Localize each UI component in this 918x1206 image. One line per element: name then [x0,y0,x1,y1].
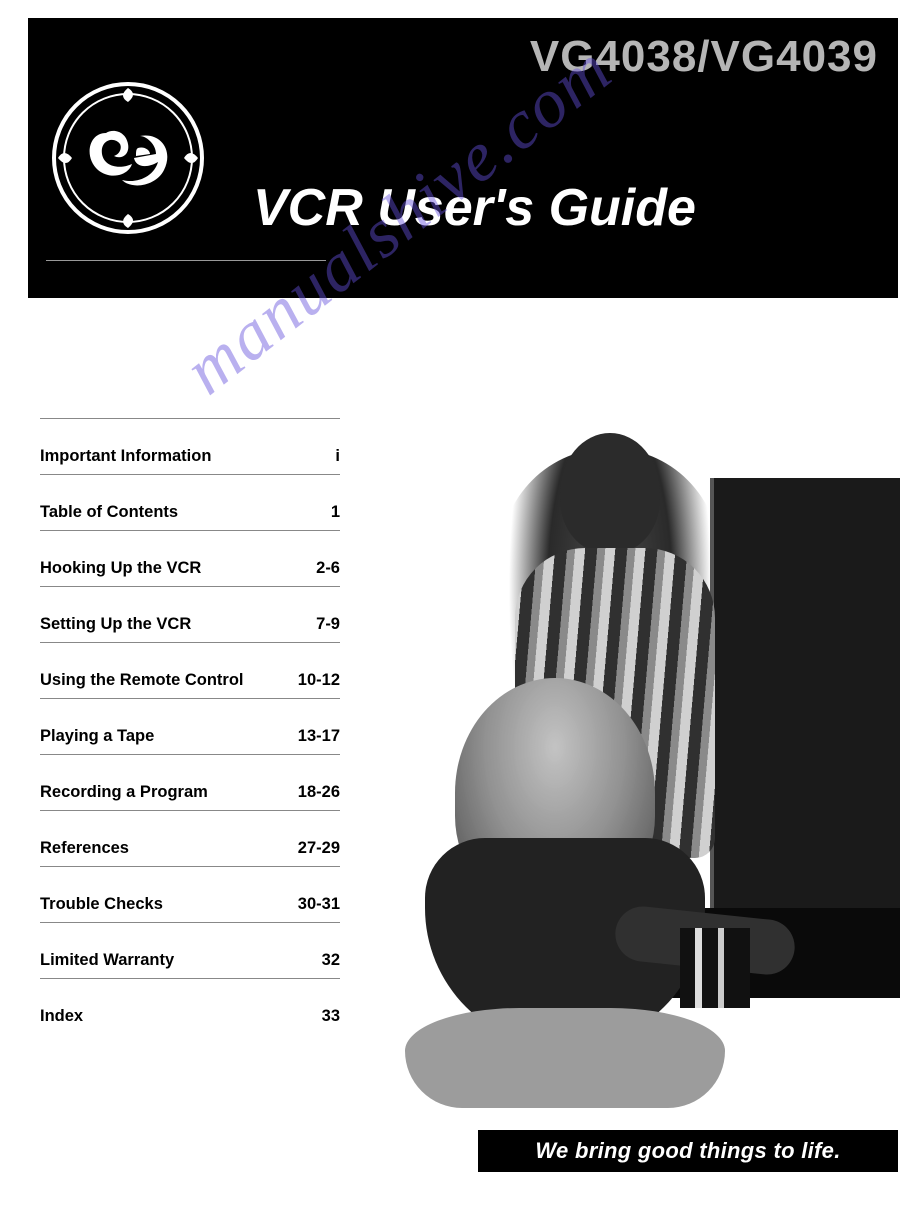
toc-pages: 30-31 [298,895,340,914]
toc-label: Using the Remote Control [40,671,244,690]
tv-illustration [710,478,900,908]
toc-label: References [40,839,129,858]
tagline-text: We bring good things to life. [535,1138,840,1164]
header-band: VG4038/VG4039 VCR User's Guide [28,18,898,298]
table-of-contents: Important Information i Table of Content… [40,418,340,1034]
ge-logo [48,78,208,238]
header-divider [46,260,326,261]
model-number: VG4038/VG4039 [530,32,878,82]
toc-row: Recording a Program 18-26 [40,754,340,810]
toc-pages: i [335,447,340,466]
toc-label: Important Information [40,447,211,466]
document-title: VCR User's Guide [253,178,696,238]
cover-photo [360,418,900,1118]
toc-pages: 33 [322,1007,340,1026]
toc-row: Using the Remote Control 10-12 [40,642,340,698]
toc-row: References 27-29 [40,810,340,866]
toc-pages: 10-12 [298,671,340,690]
toc-row: Trouble Checks 30-31 [40,866,340,922]
toc-pages: 1 [331,503,340,522]
toc-pages: 7-9 [316,615,340,634]
toc-label: Index [40,1007,83,1026]
toc-pages: 18-26 [298,783,340,802]
toc-label: Limited Warranty [40,951,174,970]
toc-label: Table of Contents [40,503,178,522]
vhs-tapes-illustration [680,928,750,1008]
toc-pages: 27-29 [298,839,340,858]
toc-row: Playing a Tape 13-17 [40,698,340,754]
toc-pages: 32 [322,951,340,970]
toc-pages: 13-17 [298,727,340,746]
toc-label: Trouble Checks [40,895,163,914]
toc-row: Limited Warranty 32 [40,922,340,978]
toc-row: Table of Contents 1 [40,474,340,530]
tagline-bar: We bring good things to life. [478,1130,898,1172]
toc-pages: 2-6 [316,559,340,578]
person-standing-head-illustration [560,433,660,553]
legs-illustration [405,1008,725,1108]
toc-row: Hooking Up the VCR 2-6 [40,530,340,586]
toc-row: Setting Up the VCR 7-9 [40,586,340,642]
person-sitting-illustration [395,678,725,1048]
toc-row: Important Information i [40,418,340,474]
toc-label: Setting Up the VCR [40,615,191,634]
toc-label: Recording a Program [40,783,208,802]
toc-label: Hooking Up the VCR [40,559,201,578]
toc-label: Playing a Tape [40,727,154,746]
toc-row: Index 33 [40,978,340,1034]
